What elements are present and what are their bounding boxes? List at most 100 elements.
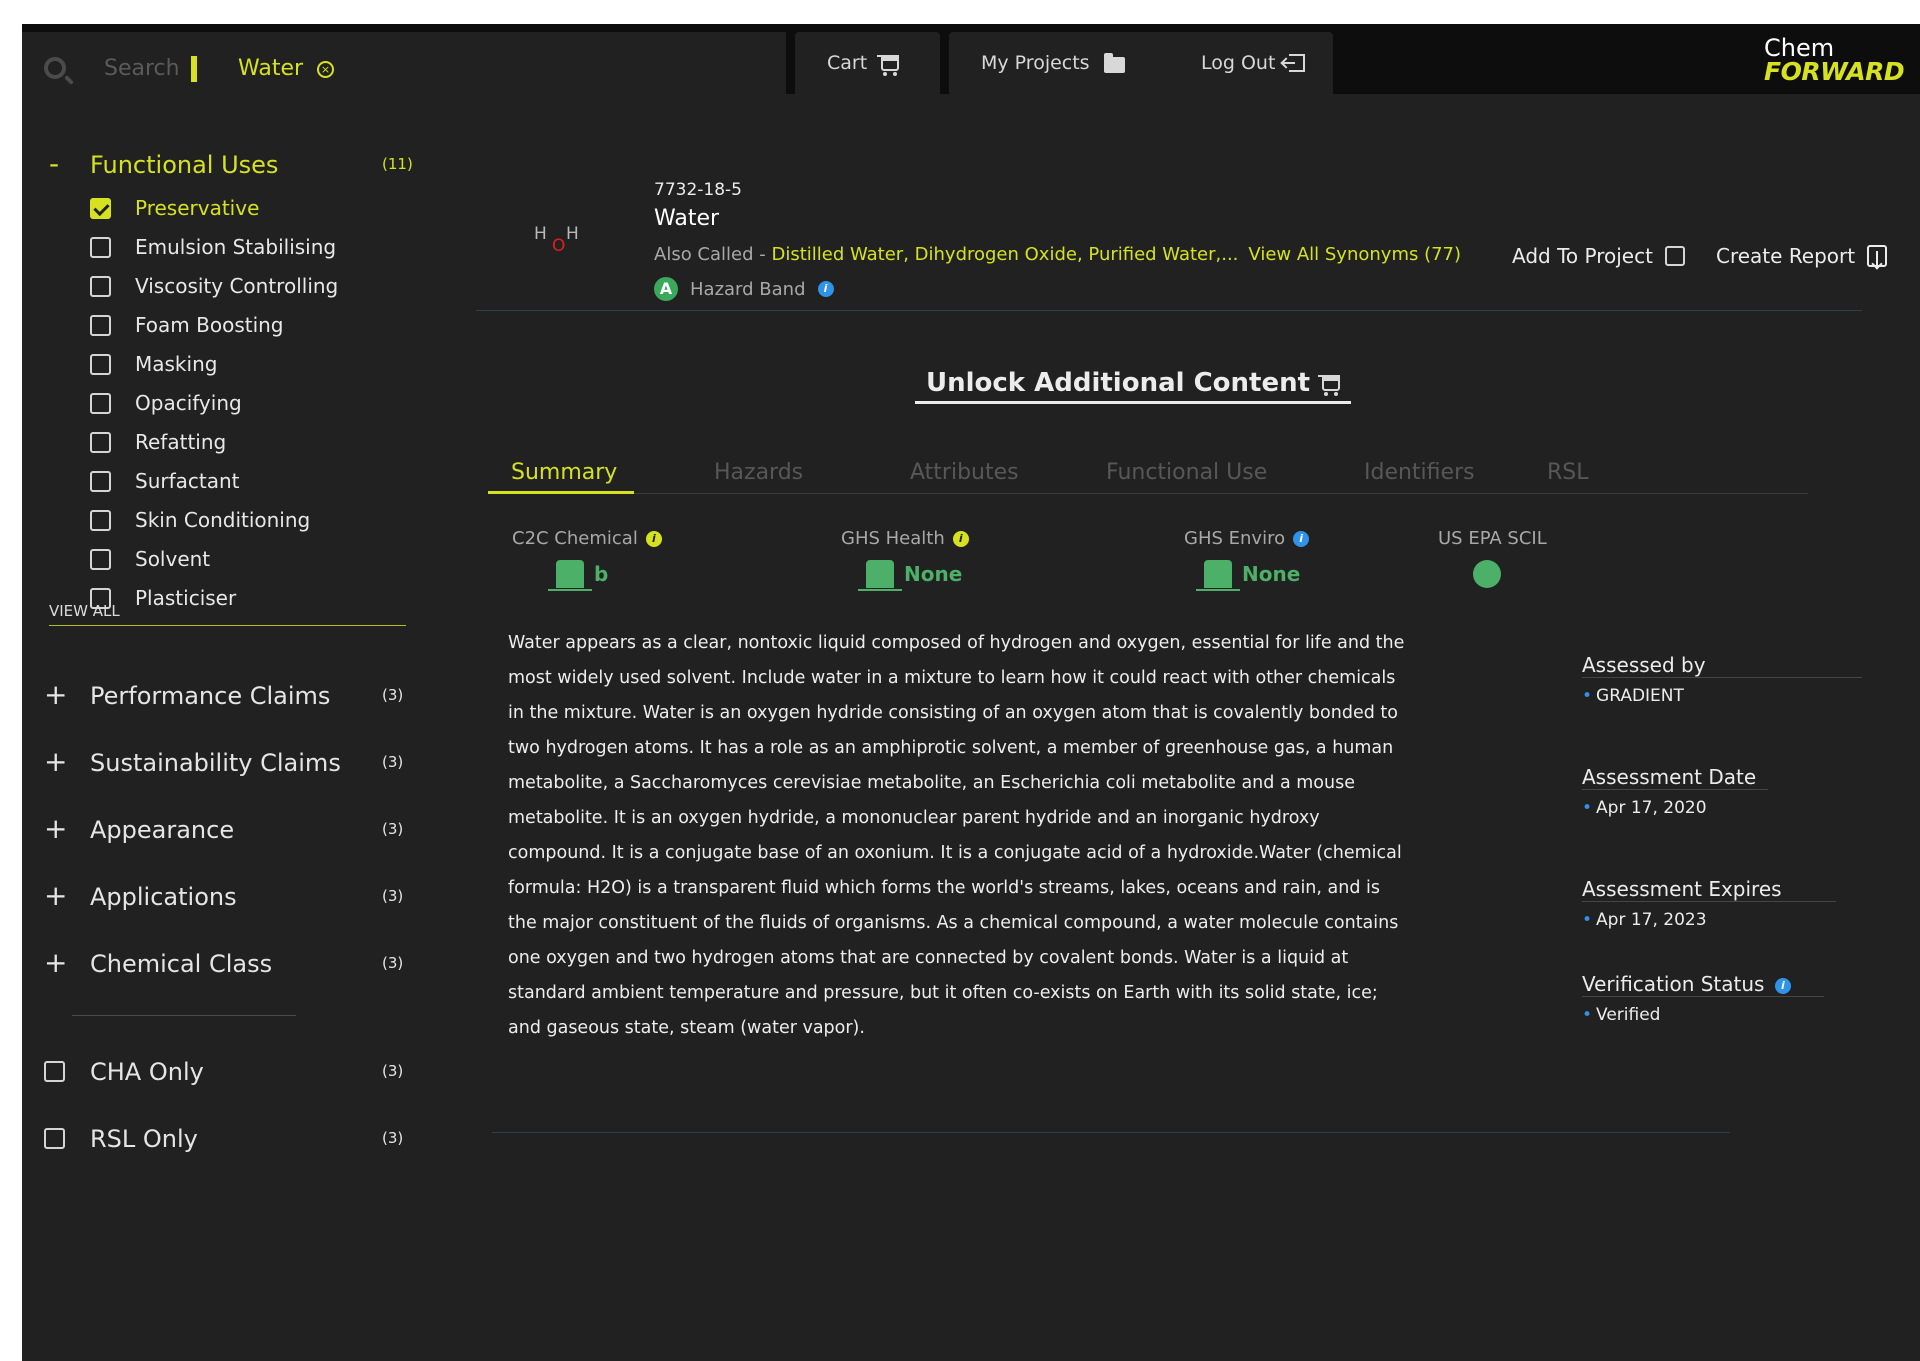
hazard-band-label: Hazard Band — [690, 278, 806, 300]
assessment-date-label: Assessment Date — [1582, 765, 1768, 790]
tab-attributes[interactable]: Attributes — [910, 460, 1019, 494]
assessed-by-block: Assessed by GRADIENT — [1582, 653, 1862, 706]
header-divider — [476, 310, 1862, 311]
functional-use-opacifying[interactable]: Opacifying — [90, 389, 242, 417]
checkbox[interactable] — [44, 1061, 65, 1082]
checkbox[interactable] — [90, 275, 111, 297]
checkbox[interactable] — [44, 1128, 65, 1149]
collapse-icon[interactable]: - — [44, 147, 64, 181]
checkbox-checked[interactable] — [90, 197, 111, 219]
info-icon[interactable]: i — [817, 281, 834, 297]
filter-only-label: CHA Only — [90, 1058, 204, 1086]
filter-only-count: (3) — [382, 1129, 404, 1147]
filter-group-applications[interactable]: + Applications (3) — [22, 879, 422, 915]
chemical-detail-panel: H O H 7732-18-5 Water Also Called - Dist… — [442, 94, 1920, 1361]
search-input[interactable]: Search — [104, 56, 180, 81]
create-report-label: Create Report — [1716, 244, 1856, 268]
functional-use-label: Preservative — [135, 196, 260, 220]
score-label: GHS Enviro — [1184, 528, 1286, 549]
expand-icon[interactable]: + — [44, 946, 67, 980]
tab-identifiers[interactable]: Identifiers — [1364, 460, 1475, 494]
app-window: Search Water × Cart My Projects Log Out … — [22, 24, 1920, 1361]
my-projects-tab[interactable]: My Projects — [949, 32, 1181, 94]
functional-use-viscosity-controlling[interactable]: Viscosity Controlling — [90, 272, 338, 300]
logo-forward-text: FORWARD — [1764, 57, 1905, 86]
search-bar[interactable]: Search Water × — [22, 32, 786, 94]
filter-group-chemical-class[interactable]: + Chemical Class (3) — [22, 946, 422, 982]
close-circle-icon[interactable]: × — [317, 61, 334, 78]
info-icon[interactable]: i — [1774, 978, 1791, 994]
score-header-c2c: C2C Chemical i — [512, 528, 662, 549]
functional-use-skin-conditioning[interactable]: Skin Conditioning — [90, 506, 310, 534]
verification-status-value: Verified — [1582, 1005, 1824, 1025]
filter-cha-only[interactable]: CHA Only (3) — [22, 1054, 403, 1090]
info-icon[interactable]: i — [952, 530, 969, 547]
checkbox[interactable] — [90, 236, 111, 258]
verification-status-label: Verification Status — [1582, 972, 1765, 996]
chemforward-logo[interactable]: Chem FORWARD — [1764, 36, 1905, 86]
filter-group-performance-claims[interactable]: + Performance Claims (3) — [22, 678, 422, 714]
view-all-link[interactable]: VIEW ALL — [49, 602, 406, 626]
verification-status-header: Verification Status i — [1582, 972, 1824, 997]
checkbox[interactable] — [90, 470, 111, 492]
functional-use-label: Emulsion Stabilising — [135, 235, 337, 259]
checkbox[interactable] — [90, 314, 111, 336]
log-out-tab[interactable]: Log Out — [1169, 32, 1333, 94]
unlock-additional-content-button[interactable]: Unlock Additional Content — [915, 364, 1351, 404]
tab-summary[interactable]: Summary — [488, 460, 634, 494]
expand-icon[interactable]: + — [44, 678, 67, 712]
checkbox[interactable] — [90, 353, 111, 375]
functional-use-preservative[interactable]: Preservative — [90, 194, 259, 222]
filter-group-functional-uses[interactable]: - Functional Uses (11) — [22, 147, 422, 183]
functional-use-label: Surfactant — [135, 469, 240, 493]
search-chip-water[interactable]: Water — [238, 56, 303, 81]
tab-functional-use[interactable]: Functional Use — [1106, 460, 1267, 494]
filter-group-label: Performance Claims — [90, 682, 331, 710]
cart-label: Cart — [827, 52, 868, 74]
filter-group-label: Sustainability Claims — [90, 749, 341, 777]
filter-rsl-only[interactable]: RSL Only (3) — [22, 1121, 404, 1157]
hazard-band-row: A Hazard Band i — [654, 277, 834, 301]
score-text: b — [594, 562, 609, 586]
content-divider — [492, 1132, 1730, 1133]
expand-icon[interactable]: + — [44, 879, 67, 913]
functional-use-foam-boosting[interactable]: Foam Boosting — [90, 311, 284, 339]
checkbox[interactable] — [90, 392, 111, 414]
functional-use-masking[interactable]: Masking — [90, 350, 217, 378]
checkbox[interactable] — [1664, 246, 1685, 266]
functional-use-solvent[interactable]: Solvent — [90, 545, 210, 573]
verification-status-block: Verification Status i Verified — [1582, 972, 1824, 1025]
filter-group-count: (3) — [382, 686, 404, 704]
functional-use-emulsion-stabilising[interactable]: Emulsion Stabilising — [90, 233, 336, 261]
expand-icon[interactable]: + — [44, 745, 67, 779]
score-label: GHS Health — [841, 528, 945, 549]
expand-icon[interactable]: + — [44, 812, 67, 846]
functional-use-label: Viscosity Controlling — [135, 274, 339, 298]
tab-hazards[interactable]: Hazards — [714, 460, 803, 494]
checkbox[interactable] — [90, 509, 111, 531]
create-report-button[interactable]: Create Report — [1716, 244, 1888, 268]
search-icon[interactable] — [44, 57, 66, 79]
score-label: C2C Chemical — [512, 528, 638, 549]
score-text: None — [904, 562, 963, 586]
functional-use-label: Solvent — [135, 547, 211, 571]
scil-green-circle-icon — [1473, 560, 1501, 588]
detail-tabs: Summary Hazards Attributes Functional Us… — [488, 460, 1808, 494]
cart-tab[interactable]: Cart — [795, 32, 940, 94]
filter-group-sustainability-claims[interactable]: + Sustainability Claims (3) — [22, 745, 422, 781]
score-value-ghs-enviro: None — [1196, 560, 1300, 591]
molecule-atom-o: O — [552, 236, 566, 256]
tab-rsl[interactable]: RSL — [1547, 460, 1589, 494]
functional-use-surfactant[interactable]: Surfactant — [90, 467, 240, 495]
functional-use-label: Skin Conditioning — [135, 508, 311, 532]
info-icon[interactable]: i — [1293, 530, 1310, 547]
checkbox[interactable] — [90, 548, 111, 570]
add-to-project-button[interactable]: Add To Project — [1512, 244, 1685, 268]
functional-use-refatting[interactable]: Refatting — [90, 428, 226, 456]
filter-group-appearance[interactable]: + Appearance (3) — [22, 812, 422, 848]
assessed-by-value: GRADIENT — [1582, 686, 1862, 706]
info-icon[interactable]: i — [645, 530, 662, 547]
checkbox[interactable] — [90, 431, 111, 453]
synonyms-list: Distilled Water, Dihydrogen Oxide, Purif… — [771, 244, 1239, 265]
view-all-synonyms-link[interactable]: View All Synonyms (77) — [1248, 244, 1461, 265]
